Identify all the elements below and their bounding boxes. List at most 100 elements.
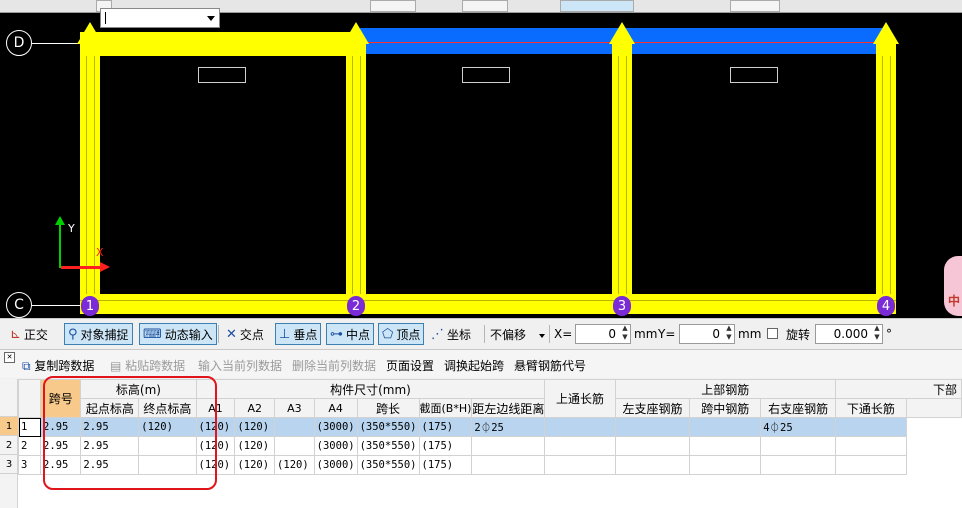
rotate-spinner-icon[interactable]: ▲ ▼ (873, 324, 881, 344)
cell-right-support[interactable] (689, 455, 762, 475)
row-number[interactable]: 1 (0, 417, 18, 436)
col-bottom-through-rebar[interactable]: 下通长筋 (834, 398, 907, 418)
col-a1[interactable]: A1 (195, 398, 236, 418)
col-edge-distance[interactable]: 距左边线距离 (471, 398, 546, 418)
cell-a1[interactable]: (120) (138, 417, 197, 437)
cantilever-rebar-code-button[interactable]: 悬臂钢筋代号 (514, 357, 586, 374)
snap-endpoint[interactable]: ⬠ 顶点 (378, 323, 425, 345)
drawing-canvas[interactable]: D C 1 2 3 4 Y X 中 (0, 0, 962, 318)
toolbar-button[interactable] (560, 0, 634, 12)
cell-section[interactable]: (350*550) (356, 417, 420, 437)
toolbar-button[interactable] (730, 0, 780, 12)
cell-span[interactable]: 1 (18, 417, 42, 437)
cell-mid-span[interactable] (614, 436, 691, 456)
endpoint-label: 顶点 (396, 327, 421, 342)
toolbar-button[interactable] (370, 0, 416, 12)
cell-top-through[interactable]: 2⏀25 (471, 417, 546, 437)
cell-edge-distance[interactable]: (175) (418, 436, 473, 456)
y-spinner-icon[interactable]: ▲ ▼ (725, 324, 733, 344)
cell-span-length[interactable]: (3000) (313, 417, 358, 437)
offset-mode-select[interactable]: 不偏移 (490, 323, 526, 345)
layer-combo[interactable] (100, 8, 220, 28)
ortho-toggle[interactable]: ⊾ 正交 (10, 323, 48, 345)
delete-column-data-button[interactable]: 删除当前列数据 (292, 357, 376, 374)
cell-span[interactable]: 3 (18, 455, 42, 475)
cell-a3[interactable]: (120) (234, 417, 276, 437)
cell-a2[interactable]: (120) (195, 417, 236, 437)
cell-a3[interactable]: (120) (234, 436, 276, 456)
col-end-elevation[interactable]: 终点标高 (138, 398, 197, 418)
col-span-number[interactable]: 跨号 (40, 379, 82, 418)
cell-start-elevation[interactable]: 2.95 (40, 436, 82, 456)
snap-intersection[interactable]: ✕ 交点 (226, 323, 264, 345)
cell-left-support[interactable] (544, 436, 616, 456)
col-section[interactable]: 截面(B*H) (418, 398, 473, 418)
cell-start-elevation[interactable]: 2.95 (40, 455, 82, 475)
cell-a2[interactable]: (120) (195, 436, 236, 456)
cell-bottom-through[interactable] (760, 436, 836, 456)
rotate-checkbox[interactable] (767, 328, 778, 339)
floating-assistant-icon[interactable]: 中 (944, 256, 962, 316)
cell-left-support[interactable] (544, 417, 616, 437)
x-spinner-icon[interactable]: ▲ ▼ (621, 324, 629, 344)
cell-start-elevation[interactable]: 2.95 (40, 417, 82, 437)
paste-span-data-button[interactable]: ▤ 粘贴跨数据 (110, 357, 185, 374)
col-a4[interactable]: A4 (313, 398, 358, 418)
snap-perpendicular[interactable]: ⊥ 垂点 (275, 323, 322, 345)
cell-overflow[interactable] (834, 417, 907, 437)
cell-span-length[interactable]: (3000) (313, 455, 358, 475)
input-column-data-button[interactable]: 输入当前列数据 (198, 357, 282, 374)
cell-edge-distance[interactable]: (175) (418, 417, 473, 437)
cell-right-support[interactable] (689, 417, 762, 437)
beam-top-span-1[interactable] (80, 32, 362, 56)
beam-bottom[interactable] (80, 294, 896, 314)
col-a3[interactable]: A3 (274, 398, 315, 418)
cell-mid-span[interactable] (614, 417, 691, 437)
cell-top-through[interactable] (471, 436, 546, 456)
col-span-length[interactable]: 跨长 (356, 398, 420, 418)
cell-a3[interactable]: (120) (234, 455, 276, 475)
cell-left-support[interactable] (544, 455, 616, 475)
cell-section[interactable]: (350*550) (356, 455, 420, 475)
row-number[interactable]: 2 (0, 436, 18, 455)
snap-midpoint[interactable]: ⊶ 中点 (326, 323, 375, 345)
row-number[interactable]: 3 (0, 455, 18, 474)
col-a2[interactable]: A2 (234, 398, 276, 418)
cell-end-elevation[interactable]: 2.95 (80, 436, 140, 456)
cell-a1[interactable] (138, 455, 197, 475)
col-mid-span-rebar[interactable]: 跨中钢筋 (689, 398, 762, 418)
table-row[interactable]: 1 2.95 2.95 (120) (120) (120) (3000) (35… (18, 417, 962, 437)
cell-mid-span[interactable] (614, 455, 691, 475)
col-right-support-rebar[interactable]: 右支座钢筋 (760, 398, 836, 418)
table-row[interactable]: 2 2.95 2.95 (120) (120) (3000) (350*550)… (18, 436, 962, 456)
cell-a4[interactable]: (120) (274, 455, 315, 475)
cell-bottom-through[interactable]: 4⏀25 (760, 417, 836, 437)
toolbar-button[interactable] (462, 0, 508, 12)
panel-close-icon[interactable]: ✕ (4, 352, 15, 363)
col-start-elevation[interactable]: 起点标高 (80, 398, 140, 418)
cell-end-elevation[interactable]: 2.95 (80, 455, 140, 475)
cell-a2[interactable]: (120) (195, 455, 236, 475)
snap-coordinate[interactable]: ⋰ 坐标 (431, 323, 471, 345)
cell-a4[interactable] (274, 417, 315, 437)
cell-a1[interactable] (138, 436, 197, 456)
cell-right-support[interactable] (689, 436, 762, 456)
cell-a4[interactable] (274, 436, 315, 456)
table-row[interactable]: 3 2.95 2.95 (120) (120) (120) (3000) (35… (18, 455, 962, 475)
cell-span-length[interactable]: (3000) (313, 436, 358, 456)
col-left-support-rebar[interactable]: 左支座钢筋 (614, 398, 691, 418)
cell-bottom-through[interactable] (760, 455, 836, 475)
cell-edge-distance[interactable]: (175) (418, 455, 473, 475)
cell-end-elevation[interactable]: 2.95 (80, 417, 140, 437)
cell-section[interactable]: (350*550) (356, 436, 420, 456)
dynamic-input-toggle[interactable]: ⌨ 动态输入 (139, 323, 217, 345)
cell-overflow[interactable] (834, 455, 907, 475)
object-snap-toggle[interactable]: ⚲ 对象捕捉 (64, 323, 133, 345)
cell-overflow[interactable] (834, 436, 907, 456)
cell-top-through[interactable] (471, 455, 546, 475)
col-top-through-rebar[interactable]: 上通长筋 (544, 379, 616, 418)
copy-span-data-button[interactable]: ⧉ 复制跨数据 (22, 357, 94, 374)
swap-start-span-button[interactable]: 调换起始跨 (444, 357, 504, 374)
page-setup-button[interactable]: 页面设置 (386, 357, 434, 374)
cell-span[interactable]: 2 (18, 436, 42, 456)
